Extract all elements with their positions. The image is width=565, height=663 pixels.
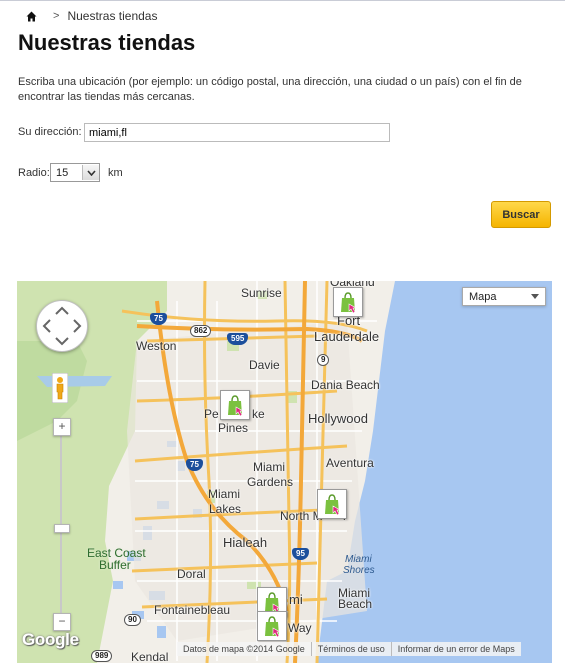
- place-pines: Pines: [218, 421, 249, 435]
- store-map[interactable]: Oakland Sunrise Fort Lauderdale Weston D…: [17, 281, 552, 663]
- place-lauderdale: Lauderdale: [314, 329, 380, 344]
- place-hialeah: Hialeah: [223, 535, 268, 550]
- zoom-out-button[interactable]: −: [53, 613, 71, 631]
- page-title: Nuestras tiendas: [18, 30, 196, 55]
- caret-down-icon[interactable]: [531, 294, 539, 299]
- place-miami-lakes-b: Lakes: [209, 502, 242, 516]
- map-type-label: Mapa: [469, 290, 497, 303]
- radius-value: 15: [56, 166, 69, 179]
- place-aventura: Aventura: [326, 456, 374, 470]
- place-miami-beach-b: Beach: [338, 597, 373, 611]
- store-marker[interactable]: [333, 287, 363, 317]
- store-marker[interactable]: [220, 390, 250, 420]
- place-fontainebleau: Fontainebleau: [154, 603, 231, 617]
- pan-control[interactable]: [36, 300, 88, 352]
- shopping-bag-icon: [228, 395, 245, 417]
- place-davie: Davie: [249, 358, 280, 372]
- breadcrumb: > Nuestras tiendas: [26, 8, 157, 24]
- highway-862: 862: [190, 325, 212, 337]
- place-weston: Weston: [136, 339, 177, 353]
- search-button[interactable]: Buscar: [491, 201, 551, 228]
- radius-select[interactable]: 15: [50, 163, 100, 182]
- store-marker[interactable]: [257, 611, 287, 641]
- pan-arrows-icon: [42, 306, 82, 346]
- chevron-down-icon[interactable]: [82, 165, 99, 180]
- place-biscayne-a: Miami: [345, 554, 372, 565]
- google-logo[interactable]: Google: [22, 630, 79, 650]
- highway-989: 989: [91, 650, 113, 662]
- map-type-select[interactable]: Mapa: [462, 287, 546, 306]
- shopping-bag-icon: [325, 494, 342, 516]
- radius-unit: km: [108, 167, 123, 179]
- intro-text: Escriba una ubicación (por ejemplo: un c…: [18, 76, 522, 103]
- place-miami-gardens-a: Miami: [253, 460, 285, 474]
- place-east-coast-b: Buffer: [99, 558, 131, 572]
- street-view-pegman-icon[interactable]: [52, 373, 68, 403]
- report-error-link[interactable]: Informar de un error de Maps: [392, 642, 521, 656]
- breadcrumb-current: Nuestras tiendas: [67, 9, 158, 23]
- map-data-credit: Datos de mapa ©2014 Google: [177, 642, 312, 656]
- zoom-slider-handle[interactable]: [54, 524, 70, 533]
- terms-link[interactable]: Términos de uso: [312, 642, 392, 656]
- place-way: Way: [288, 621, 312, 635]
- place-miami-gardens-b: Gardens: [247, 475, 294, 489]
- place-pembroke-a: Pe: [204, 407, 219, 421]
- place-miami-b: mi: [289, 592, 303, 607]
- zoom-in-button[interactable]: +: [53, 418, 71, 436]
- breadcrumb-separator: >: [53, 10, 60, 22]
- store-marker[interactable]: [317, 489, 347, 519]
- place-biscayne-b: Shores: [343, 565, 375, 576]
- place-doral: Doral: [177, 567, 206, 581]
- address-label: Su dirección:: [18, 126, 82, 138]
- radius-label: Radio:: [18, 167, 50, 179]
- top-divider: [0, 0, 565, 1]
- place-miami-lakes-a: Miami: [208, 487, 240, 501]
- shopping-bag-icon: [341, 292, 358, 314]
- address-input[interactable]: [84, 123, 390, 142]
- place-kendall: Kendal: [131, 650, 169, 663]
- place-hollywood: Hollywood: [308, 411, 368, 426]
- highway-90: 90: [124, 614, 141, 626]
- shopping-bag-icon: [265, 616, 282, 638]
- map-footer: Datos de mapa ©2014 Google Términos de u…: [177, 642, 521, 656]
- place-pembroke-b: ke: [252, 407, 265, 421]
- place-sunrise: Sunrise: [241, 286, 282, 300]
- place-dania-beach: Dania Beach: [311, 378, 380, 392]
- home-icon[interactable]: [26, 11, 37, 22]
